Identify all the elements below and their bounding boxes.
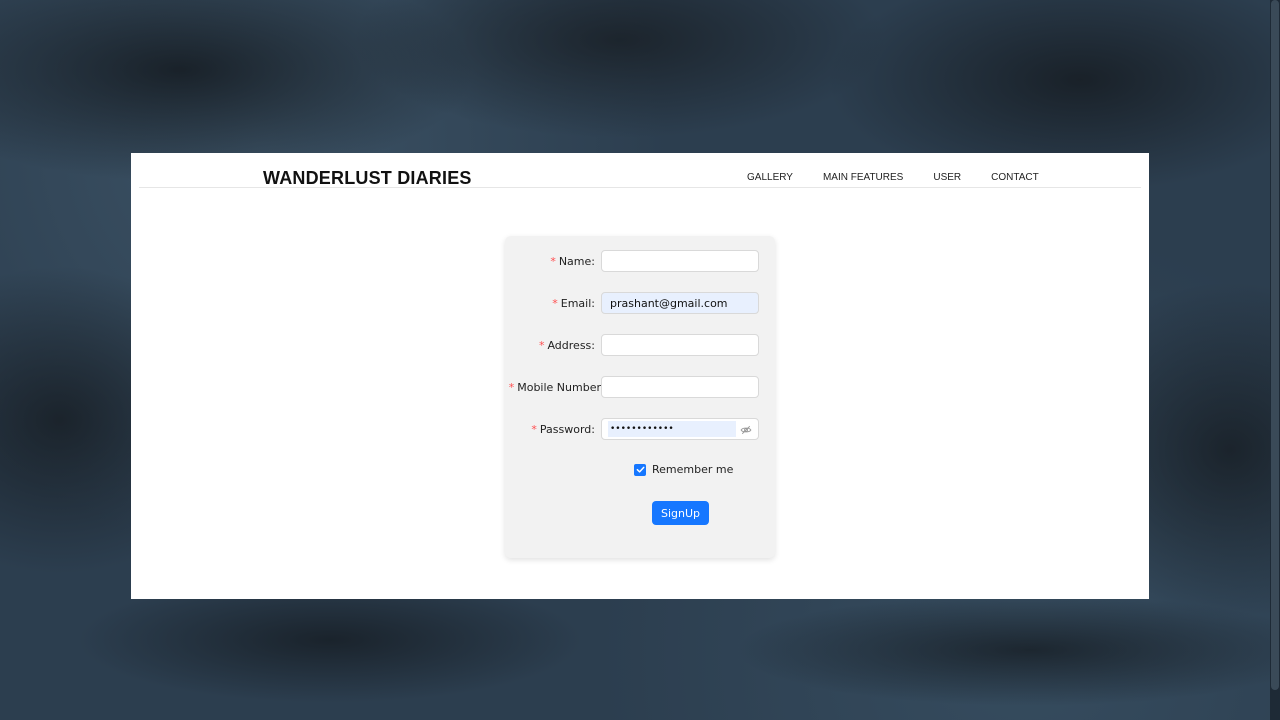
page-container: WANDERLUST DIARIES GALLERY MAIN FEATURES… (131, 153, 1149, 599)
mobile-number-input[interactable] (601, 376, 759, 398)
name-label: * Name: (550, 255, 595, 268)
address-input[interactable] (601, 334, 759, 356)
nav-link-main-features[interactable]: MAIN FEATURES (823, 172, 903, 183)
form-row-name: * Name: (505, 250, 775, 274)
mobile-number-label: * Mobile Number (508, 381, 601, 394)
check-icon (636, 466, 644, 473)
form-row-email: * Email: (505, 292, 775, 316)
scrollbar-thumb[interactable] (1271, 0, 1279, 690)
eye-invisible-icon[interactable] (740, 424, 752, 436)
form-row-address: * Address: (505, 334, 775, 358)
password-input[interactable] (608, 421, 736, 437)
nav-link-contact[interactable]: CONTACT (991, 172, 1039, 183)
email-input[interactable] (601, 292, 759, 314)
form-row-mobile: * Mobile Number (505, 376, 775, 400)
email-label: * Email: (552, 297, 595, 310)
form-row-password: * Password: (505, 418, 775, 442)
required-marker: * (508, 381, 515, 394)
nav-link-user[interactable]: USER (933, 172, 961, 183)
site-logo[interactable]: WANDERLUST DIARIES (263, 168, 472, 189)
remember-me-checkbox[interactable] (634, 463, 646, 476)
required-marker: * (531, 423, 537, 436)
navbar: WANDERLUST DIARIES GALLERY MAIN FEATURES… (139, 153, 1141, 188)
name-input[interactable] (601, 250, 759, 272)
nav-link-gallery[interactable]: GALLERY (747, 172, 793, 183)
nav-links: GALLERY MAIN FEATURES USER CONTACT (747, 172, 1069, 183)
required-marker: * (550, 255, 556, 268)
required-marker: * (552, 297, 558, 310)
required-marker: * (538, 339, 545, 352)
remember-me[interactable]: Remember me (634, 463, 733, 476)
remember-me-label: Remember me (652, 463, 734, 476)
signup-button[interactable]: SignUp (652, 501, 709, 525)
window-scrollbar[interactable] (1270, 0, 1280, 720)
address-label: * Address: (538, 339, 595, 352)
password-field (601, 418, 759, 440)
signup-form: *Name: *Email: *Address: *Mobile Number … (505, 236, 775, 558)
password-label: * Password: (531, 423, 595, 436)
